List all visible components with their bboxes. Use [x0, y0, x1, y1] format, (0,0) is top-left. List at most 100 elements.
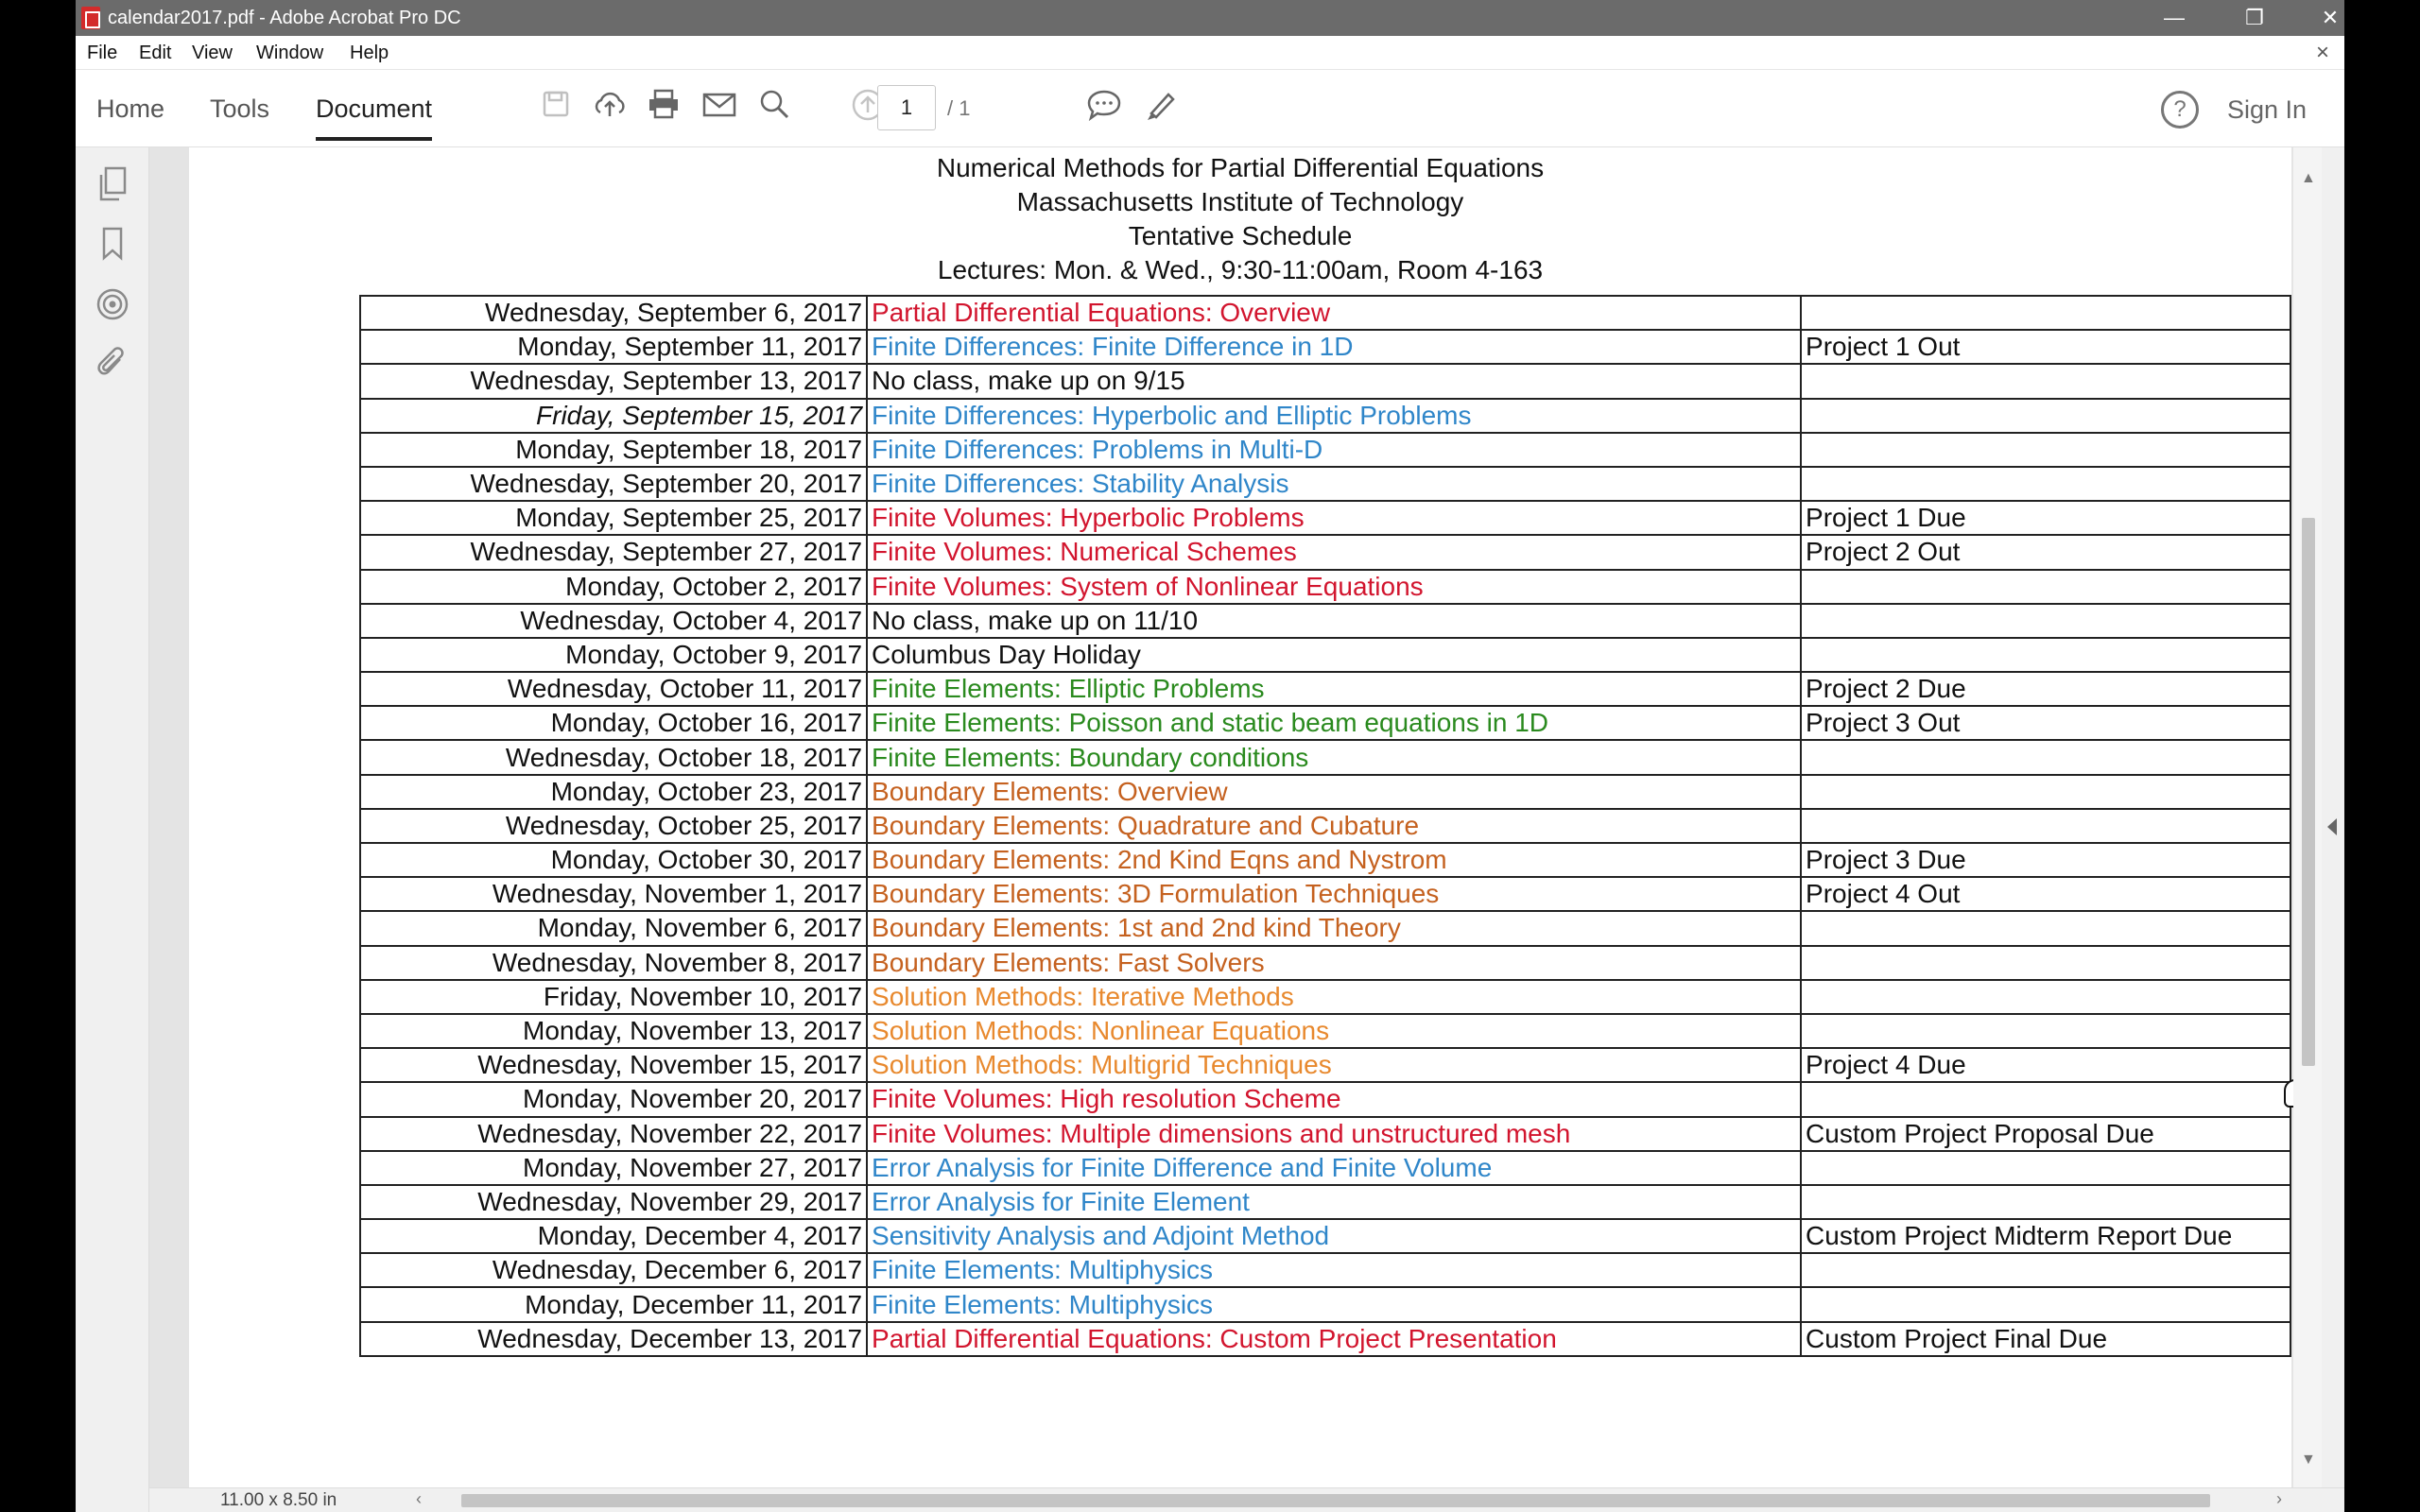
menu-edit[interactable]: Edit — [139, 43, 171, 64]
project-note: Custom Project Midterm Report Due — [1800, 1218, 2291, 1255]
scroll-left-arrow-icon[interactable]: ‹ — [416, 1489, 422, 1509]
schedule-table: Wednesday, September 6, 2017 Partial Diff… — [358, 294, 2291, 1357]
project-note: Project 3 Due — [1800, 841, 2291, 879]
expand-right-pane-arrow[interactable] — [2327, 818, 2337, 835]
heading-line: Lectures: Mon. & Wed., 9:30-11:00am, Roo… — [937, 255, 1544, 284]
table-row: Monday, December 4, 2017 Sensitivity Anal… — [358, 1218, 2291, 1255]
project-note — [1800, 568, 2291, 605]
project-note — [1800, 465, 2291, 503]
lecture-topic: Boundary Elements: 1st and 2nd kind Theo… — [866, 910, 1803, 947]
table-row: Wednesday, September 13, 2017 No class, m… — [358, 363, 2291, 400]
menu-window[interactable]: Window — [256, 43, 323, 64]
document-viewport[interactable]: Numerical Methods for Partial Differenti… — [149, 147, 2344, 1487]
table-row: Wednesday, November 1, 2017 Boundary Elem… — [358, 876, 2291, 913]
window-title: calendar2017.pdf - Adobe Acrobat Pro DC — [108, 8, 461, 28]
lecture-date: Monday, October 16, 2017 — [358, 705, 869, 742]
lecture-topic: Finite Differences: Finite Difference in… — [866, 329, 1803, 366]
print-icon[interactable] — [643, 89, 684, 130]
search-icon[interactable] — [753, 89, 795, 130]
project-note — [1800, 1081, 2291, 1118]
vertical-scroll-thumb[interactable] — [2302, 518, 2315, 1066]
lecture-date: Monday, November 27, 2017 — [358, 1149, 869, 1186]
page-size-label: 11.00 x 8.50 in — [220, 1490, 337, 1510]
project-note: Project 4 Out — [1800, 876, 2291, 913]
lecture-date: Wednesday, October 11, 2017 — [358, 671, 869, 708]
tab-document[interactable]: Document — [316, 94, 433, 141]
attachment-icon[interactable] — [94, 346, 131, 384]
comment-icon[interactable] — [1083, 89, 1125, 130]
sign-in-link[interactable]: Sign In — [2227, 95, 2307, 125]
lecture-topic: Finite Elements: Multiphysics — [866, 1286, 1803, 1323]
horizontal-scrollbar[interactable]: ‹ › — [416, 1489, 2295, 1509]
lecture-date: Wednesday, November 8, 2017 — [358, 944, 869, 981]
tab-tools[interactable]: Tools — [210, 94, 269, 137]
page-total: / 1 — [947, 96, 971, 120]
menu-help[interactable]: Help — [350, 43, 389, 64]
scroll-right-arrow-icon[interactable]: › — [2276, 1489, 2282, 1509]
lecture-topic: Boundary Elements: Fast Solvers — [866, 944, 1803, 981]
project-note — [1800, 739, 2291, 776]
project-note: Custom Project Proposal Due — [1800, 1115, 2291, 1152]
lecture-date: Monday, September 18, 2017 — [358, 431, 869, 468]
lecture-topic: Finite Volumes: Hyperbolic Problems — [866, 500, 1803, 537]
table-row: Wednesday, November 8, 2017 Boundary Elem… — [358, 944, 2291, 981]
project-note — [1800, 1012, 2291, 1050]
lecture-topic: Finite Differences: Problems in Multi-D — [866, 431, 1803, 468]
pages-icon[interactable] — [94, 166, 131, 204]
table-row: Monday, November 27, 2017 Error Analysis … — [358, 1149, 2291, 1186]
upload-icon[interactable] — [589, 89, 631, 130]
table-row: Monday, October 16, 2017 Finite Elements:… — [358, 705, 2291, 742]
lecture-topic: Finite Elements: Poisson and static beam… — [866, 705, 1803, 742]
lecture-topic: Error Analysis for Finite Difference and… — [866, 1149, 1803, 1186]
project-note: Project 3 Out — [1800, 705, 2291, 742]
lecture-topic: Boundary Elements: 2nd Kind Eqns and Nys… — [866, 841, 1803, 879]
project-note — [1800, 807, 2291, 845]
close-document-button[interactable]: × — [2316, 40, 2329, 66]
menu-file[interactable]: File — [87, 43, 117, 64]
table-row: Monday, November 6, 2017 Boundary Element… — [358, 910, 2291, 947]
project-note — [1800, 910, 2291, 947]
heading-line: Numerical Methods for Partial Differenti… — [936, 153, 1545, 182]
table-row: Monday, November 13, 2017 Solution Method… — [358, 1012, 2291, 1050]
project-note — [1800, 397, 2291, 434]
save-icon[interactable] — [535, 89, 577, 130]
acrobat-window: calendar2017.pdf - Adobe Acrobat Pro DC … — [76, 0, 2344, 1512]
table-row: Wednesday, October 25, 2017 Boundary Elem… — [358, 807, 2291, 845]
scroll-down-arrow-icon[interactable]: ▼ — [2301, 1452, 2316, 1469]
page-number-input[interactable] — [877, 85, 936, 130]
lecture-date: Monday, September 11, 2017 — [358, 329, 869, 366]
table-row: Friday, November 10, 2017 Solution Method… — [358, 978, 2291, 1015]
lecture-topic: Finite Volumes: Multiple dimensions and … — [866, 1115, 1803, 1152]
horizontal-scroll-thumb[interactable] — [461, 1494, 2210, 1507]
tab-home[interactable]: Home — [96, 94, 164, 137]
minimize-button[interactable]: — — [2146, 0, 2203, 36]
email-icon[interactable] — [699, 89, 740, 130]
lecture-topic: Solution Methods: Multigrid Techniques — [866, 1047, 1803, 1084]
table-row: Monday, October 23, 2017 Boundary Element… — [358, 773, 2291, 810]
project-note — [1800, 602, 2291, 639]
highlight-pen-icon[interactable] — [1140, 89, 1182, 130]
vertical-scrollbar[interactable]: ▲ ▼ — [2293, 147, 2322, 1487]
table-row: Monday, September 25, 2017 Finite Volumes… — [358, 500, 2291, 537]
lecture-date: Monday, November 6, 2017 — [358, 910, 869, 947]
project-note — [1800, 431, 2291, 468]
table-row: Monday, September 18, 2017 Finite Differe… — [358, 431, 2291, 468]
lecture-date: Wednesday, November 29, 2017 — [358, 1183, 869, 1221]
close-window-button[interactable]: ✕ — [2302, 0, 2344, 36]
project-note — [1800, 773, 2291, 810]
table-row: Monday, October 30, 2017 Boundary Element… — [358, 841, 2291, 879]
lecture-date: Monday, December 11, 2017 — [358, 1286, 869, 1323]
table-row: Monday, October 2, 2017 Finite Volumes: S… — [358, 568, 2291, 605]
project-note — [1800, 1183, 2291, 1221]
table-row: Wednesday, September 20, 2017 Finite Diff… — [358, 465, 2291, 503]
target-icon[interactable] — [94, 287, 131, 325]
restore-button[interactable]: ❐ — [2226, 0, 2283, 36]
scroll-up-arrow-icon[interactable]: ▲ — [2301, 170, 2316, 187]
table-row: Friday, September 15, 2017 Finite Differe… — [358, 397, 2291, 434]
help-icon[interactable]: ? — [2161, 91, 2199, 129]
menu-view[interactable]: View — [192, 43, 233, 64]
lecture-topic: Finite Elements: Elliptic Problems — [866, 671, 1803, 708]
bookmark-icon[interactable] — [94, 227, 131, 265]
project-note — [1800, 294, 2291, 332]
table-row: Wednesday, September 27, 2017 Finite Volu… — [358, 534, 2291, 571]
